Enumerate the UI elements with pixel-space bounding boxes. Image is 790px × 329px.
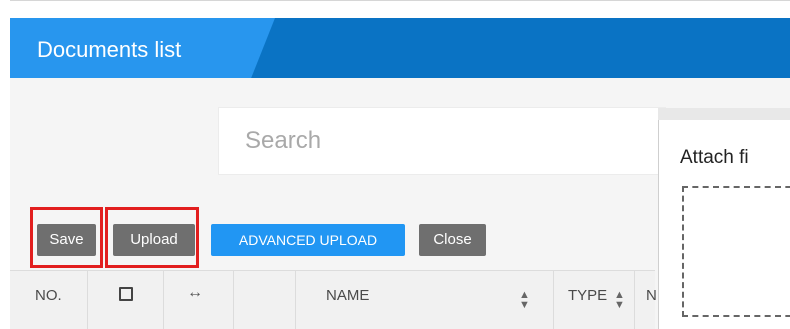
column-divider xyxy=(233,271,234,329)
column-divider xyxy=(87,271,88,329)
column-header-type[interactable]: TYPE xyxy=(568,286,607,306)
page-title: Documents list xyxy=(37,37,182,62)
resize-arrows-icon[interactable]: ↔ xyxy=(187,283,203,303)
advanced-upload-button[interactable]: ADVANCED UPLOAD xyxy=(211,224,405,256)
upload-button[interactable]: Upload xyxy=(113,224,195,256)
modal-top-bar xyxy=(658,108,790,120)
sort-icon[interactable]: ▲ ▼ xyxy=(614,290,625,311)
file-dropzone[interactable] xyxy=(682,186,790,317)
search-placeholder: Search xyxy=(245,127,322,154)
column-header-name[interactable]: NAME xyxy=(326,286,369,306)
close-button[interactable]: Close xyxy=(419,224,486,256)
checkbox-icon[interactable] xyxy=(119,287,133,301)
column-divider xyxy=(295,271,296,329)
sort-icon[interactable]: ▲ ▼ xyxy=(519,290,530,311)
left-margin xyxy=(0,0,10,329)
column-header-no[interactable]: NO. xyxy=(35,286,62,306)
modal-title: Attach fi xyxy=(680,147,749,168)
column-header-next[interactable]: N xyxy=(646,286,657,306)
save-button[interactable]: Save xyxy=(37,224,96,256)
column-divider xyxy=(553,271,554,329)
column-divider xyxy=(163,271,164,329)
column-divider xyxy=(634,271,635,329)
